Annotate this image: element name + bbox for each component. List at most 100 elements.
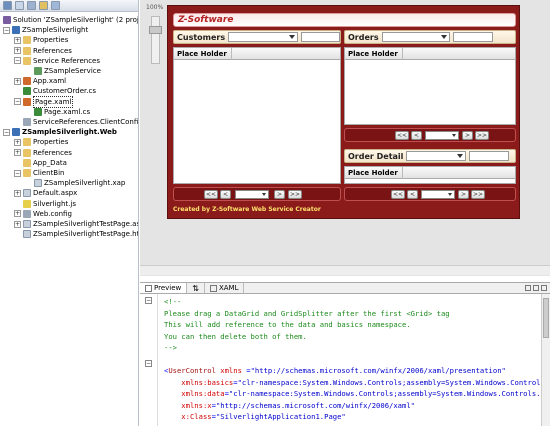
tree-node-label: Solution 'ZSampleSilverlight' (2 project… — [13, 16, 139, 24]
order-detail-search-input[interactable] — [469, 151, 510, 161]
orders-grid-column[interactable]: Place Holder — [345, 47, 403, 60]
tree-node[interactable]: + Web.config — [14, 209, 72, 219]
tree-node-label: ZSampleService — [44, 67, 101, 75]
file-icon — [23, 230, 31, 239]
orders-grid[interactable]: Place Holder — [344, 47, 516, 125]
customers-combo[interactable] — [228, 32, 299, 42]
show-all-files-icon[interactable] — [15, 1, 24, 10]
expand-icon[interactable]: + — [14, 47, 21, 55]
properties-icon[interactable] — [3, 1, 12, 10]
tree-node[interactable]: + ZSampleSilverlightTestPage.aspx — [14, 219, 138, 229]
code-line[interactable]: xmlns:basics="clr-namespace:System.Windo… — [164, 378, 549, 387]
order-detail-first-button[interactable]: << — [391, 190, 405, 199]
designer-horizontal-scrollbar[interactable] — [140, 265, 550, 275]
tree-node[interactable]: + App.xaml — [14, 76, 66, 86]
orders-first-button[interactable]: << — [395, 131, 409, 140]
order-detail-grid[interactable]: Place Holder — [344, 166, 516, 184]
tree-node[interactable]: ZSampleService — [25, 66, 101, 76]
code-line[interactable]: xmlns:data="clr-namespace:System.Windows… — [164, 389, 550, 398]
customers-page-combo[interactable] — [235, 190, 269, 199]
view-code-icon[interactable] — [39, 1, 48, 10]
orders-next-button[interactable]: > — [462, 131, 473, 140]
orders-search-input[interactable] — [452, 32, 493, 42]
expand-icon[interactable]: + — [14, 36, 21, 44]
tree-node[interactable]: − ClientBin — [14, 168, 64, 178]
silverlight-canvas: Z-Software Customers Orders Place Holder… — [167, 5, 520, 219]
customers-grid-column[interactable]: Place Holder — [174, 47, 232, 60]
collapse-icon[interactable]: − — [3, 128, 10, 136]
tree-node[interactable]: ZSampleSilverlight.xap — [25, 178, 125, 188]
tree-node-label: App_Data — [33, 158, 67, 167]
collapse-icon[interactable]: − — [3, 26, 10, 34]
customers-search-input[interactable] — [301, 32, 340, 42]
refresh-icon[interactable] — [27, 1, 36, 10]
order-detail-next-button[interactable]: > — [458, 190, 469, 199]
view-designer-icon[interactable] — [51, 1, 60, 10]
code-line[interactable]: x:Class="SilverlightApplication1.Page" — [164, 412, 345, 421]
collapse-icon[interactable]: − — [14, 98, 21, 106]
code-line[interactable]: This will add reference to the data and … — [164, 320, 411, 329]
tree-node[interactable]: − ZSampleSilverlight — [3, 25, 88, 35]
order-detail-prev-button[interactable]: < — [407, 190, 418, 199]
order-detail-combo[interactable] — [406, 151, 467, 161]
tree-node-label: References — [33, 46, 72, 55]
editor-vertical-scrollbar[interactable] — [541, 294, 550, 426]
expand-icon[interactable]: + — [14, 149, 21, 157]
orders-prev-button[interactable]: < — [411, 131, 422, 140]
tree-node[interactable]: Silverlight.js — [14, 199, 76, 209]
zoom-thumb[interactable] — [149, 26, 162, 34]
code-line[interactable]: Please drag a DataGrid and GridSplitter … — [164, 309, 450, 318]
split-horizontal-icon[interactable] — [525, 285, 531, 291]
code-line[interactable]: xmlns:x="http://schemas.microsoft.com/wi… — [164, 401, 415, 410]
code-line[interactable]: <UserControl xmlns ="http://schemas.micr… — [164, 366, 506, 375]
orders-page-combo[interactable] — [425, 131, 459, 140]
order-detail-last-button[interactable]: >> — [471, 190, 485, 199]
project-icon — [12, 26, 20, 35]
folder-icon — [23, 169, 31, 177]
tree-node[interactable]: Solution 'ZSampleSilverlight' (2 project… — [3, 15, 139, 25]
customers-first-button[interactable]: << — [204, 190, 218, 199]
zoom-track[interactable] — [151, 16, 160, 64]
tree-node[interactable]: + References — [14, 148, 72, 158]
tree-node[interactable]: + References — [14, 46, 72, 56]
swap-panes-button[interactable]: ⇅ — [187, 283, 205, 293]
tree-node[interactable]: − Service References — [14, 56, 100, 66]
order-detail-grid-column[interactable]: Place Holder — [345, 166, 403, 179]
customers-prev-button[interactable]: < — [220, 190, 231, 199]
expand-icon[interactable]: + — [14, 210, 21, 218]
fold-toggle-icon[interactable]: − — [145, 360, 152, 367]
collapse-pane-icon[interactable] — [541, 285, 547, 291]
code-line[interactable]: --> — [164, 343, 177, 352]
collapse-icon[interactable]: − — [14, 57, 21, 65]
tab-preview[interactable]: Preview — [140, 283, 188, 293]
customers-grid[interactable]: Place Holder — [173, 47, 341, 184]
code-line[interactable]: You can then delete both of them. — [164, 332, 307, 341]
tree-node[interactable]: ZSampleSilverlightTestPage.html — [14, 229, 138, 239]
code-line[interactable]: <!-- — [164, 297, 181, 306]
tree-node-label: Silverlight.js — [33, 199, 76, 208]
tree-node[interactable]: Page.xaml.cs — [25, 107, 90, 117]
tree-node[interactable]: App_Data — [14, 158, 67, 168]
xaml-code-editor[interactable]: − − <!-- Please drag a DataGrid and GridS… — [140, 294, 550, 426]
tree-node[interactable]: + Properties — [14, 137, 68, 147]
tree-node[interactable]: − Page.xaml — [14, 95, 74, 108]
expand-icon[interactable]: + — [14, 220, 21, 228]
order-detail-page-combo[interactable] — [421, 190, 455, 199]
tab-xaml[interactable]: XAML — [205, 283, 245, 293]
expand-icon[interactable]: + — [14, 138, 21, 146]
tree-node[interactable]: + Properties — [14, 35, 68, 45]
tree-node[interactable]: + Default.aspx — [14, 188, 77, 198]
expand-icon[interactable]: + — [14, 189, 21, 197]
scrollbar-thumb[interactable] — [543, 298, 549, 338]
customers-last-button[interactable]: >> — [288, 190, 302, 199]
orders-last-button[interactable]: >> — [475, 131, 489, 140]
split-vertical-icon[interactable] — [533, 285, 539, 291]
expand-icon[interactable]: + — [14, 77, 21, 85]
collapse-icon[interactable]: − — [14, 169, 21, 177]
orders-combo[interactable] — [381, 32, 450, 42]
tree-node[interactable]: ServiceReferences.ClientConfig — [14, 117, 138, 127]
customers-next-button[interactable]: > — [274, 190, 285, 199]
tree-node[interactable]: − ZSampleSilverlight.Web — [3, 127, 117, 137]
fold-toggle-icon[interactable]: − — [145, 297, 152, 304]
zoom-slider[interactable]: 100% — [146, 4, 164, 64]
